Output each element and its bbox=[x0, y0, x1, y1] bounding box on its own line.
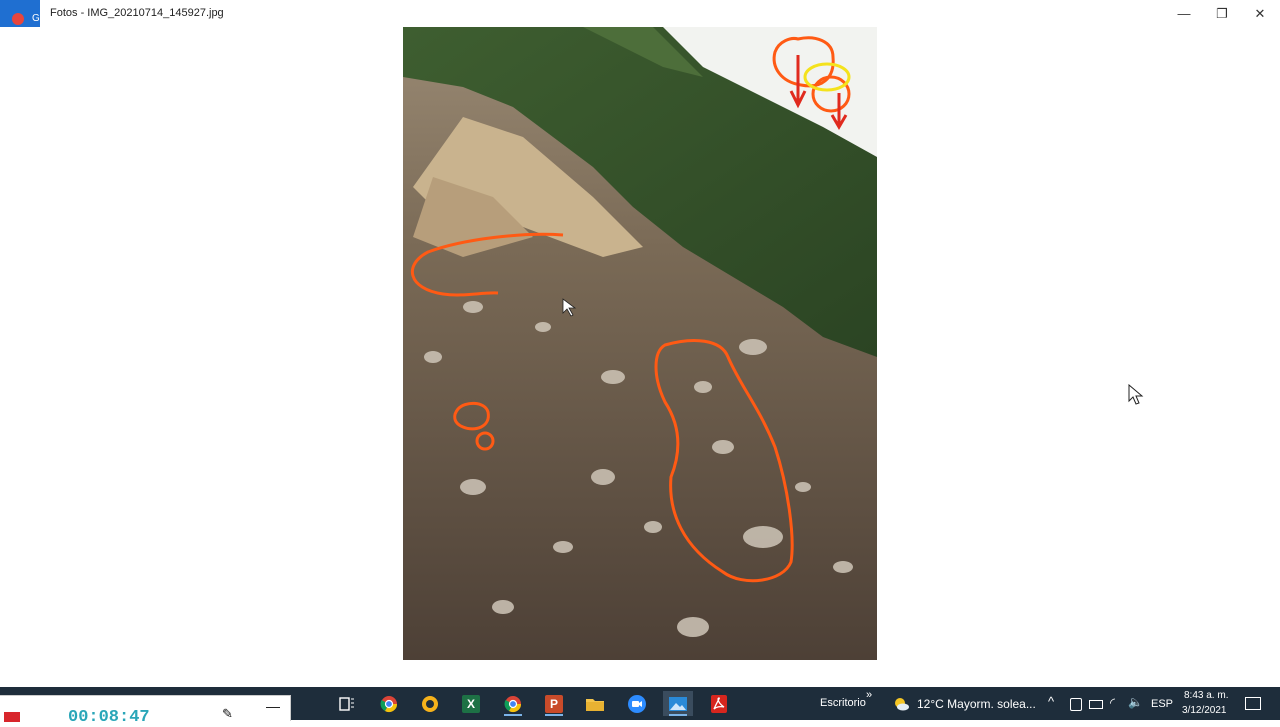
photos-icon[interactable] bbox=[663, 691, 693, 716]
language-indicator[interactable]: ESP bbox=[1151, 698, 1173, 710]
toolbar-chevron[interactable]: » bbox=[866, 689, 872, 701]
powerpoint-icon[interactable]: P bbox=[539, 691, 569, 716]
norton-icon[interactable] bbox=[415, 691, 445, 716]
meet-now-icon[interactable] bbox=[1070, 698, 1082, 711]
maximize-button[interactable]: ❐ bbox=[1203, 0, 1241, 27]
window-titlebar: G Fotos - IMG_20210714_145927.jpg — ❐ ✕ bbox=[0, 0, 1280, 27]
mouse-cursor-icon bbox=[1128, 384, 1144, 405]
excel-icon[interactable]: X bbox=[456, 691, 486, 716]
file-explorer-icon[interactable] bbox=[580, 691, 610, 716]
hillside-photo bbox=[403, 27, 877, 660]
recording-timer: 00:08:47 bbox=[68, 708, 150, 727]
chevron-up-icon[interactable]: ^ bbox=[1048, 694, 1054, 709]
window-title: Fotos - IMG_20210714_145927.jpg bbox=[50, 7, 224, 19]
stop-record-icon[interactable] bbox=[4, 712, 20, 722]
record-dot-icon bbox=[12, 13, 24, 25]
chrome-icon-2[interactable] bbox=[498, 691, 528, 716]
recorder-minimize-button[interactable]: — bbox=[266, 698, 280, 714]
acrobat-icon[interactable] bbox=[704, 691, 734, 716]
clock-date[interactable]: 3/12/2021 bbox=[1182, 705, 1227, 716]
battery-icon[interactable] bbox=[1089, 700, 1103, 709]
desktop-label[interactable]: Escritorio bbox=[820, 697, 866, 709]
weather-text[interactable]: 12°C Mayorm. solea... bbox=[917, 697, 1036, 711]
badge-letter: G bbox=[32, 13, 40, 24]
wifi-icon[interactable]: ◜ bbox=[1110, 695, 1115, 711]
recorder-widget: 00:08:47 ✎ — bbox=[0, 695, 291, 727]
zoom-icon[interactable] bbox=[622, 691, 652, 716]
notifications-icon[interactable] bbox=[1245, 697, 1261, 710]
volume-icon[interactable]: 🔈 bbox=[1128, 695, 1143, 709]
weather-icon[interactable] bbox=[893, 696, 909, 712]
app-badge[interactable]: G bbox=[0, 0, 40, 27]
minimize-button[interactable]: — bbox=[1165, 0, 1203, 27]
clock-time[interactable]: 8:43 a. m. bbox=[1184, 690, 1228, 701]
close-button[interactable]: ✕ bbox=[1241, 0, 1279, 27]
chrome-icon[interactable] bbox=[374, 691, 404, 716]
task-view-icon[interactable] bbox=[332, 691, 362, 716]
